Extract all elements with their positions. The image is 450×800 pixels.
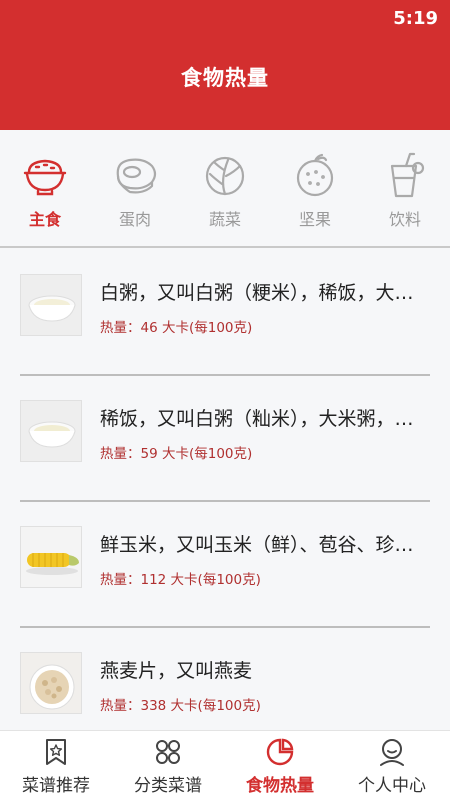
oatmeal-image [20, 652, 82, 714]
drink-icon [390, 152, 425, 198]
food-calorie: 热量：112 大卡(每100克) [100, 572, 261, 588]
category-drink[interactable]: 饮料 [360, 150, 450, 240]
grid-icon [156, 740, 180, 764]
category-staple[interactable]: 主食 [0, 150, 90, 240]
pie-chart-icon [266, 738, 294, 766]
tab-food-calorie[interactable]: 食物热量 [224, 735, 336, 799]
tab-profile[interactable]: 个人中心 [336, 735, 448, 799]
tab-label: 食物热量 [246, 776, 314, 796]
tab-label: 个人中心 [358, 776, 426, 796]
food-name: 白粥，又叫白粥（粳米），稀饭，大米粥 [100, 282, 428, 304]
app-header: 5:19 食物热量 [0, 0, 450, 130]
food-name: 燕麦片，又叫燕麦 [100, 660, 253, 682]
category-nut[interactable]: 坚果 [270, 150, 360, 240]
corn-image [20, 526, 82, 588]
tab-label: 菜谱推荐 [22, 776, 90, 796]
tab-label: 分类菜谱 [134, 776, 202, 796]
category-label: 坚果 [298, 210, 331, 229]
list-item[interactable]: 鲜玉米，又叫玉米（鲜）、苞谷、珍珠米 热量：112 大卡(每100克) [20, 502, 430, 628]
tab-category-recipe[interactable]: 分类菜谱 [112, 735, 224, 799]
food-calorie: 热量：338 大卡(每100克) [100, 698, 261, 714]
food-calorie: 热量：46 大卡(每100克) [100, 320, 253, 336]
category-label: 饮料 [388, 210, 421, 229]
food-name: 鲜玉米，又叫玉米（鲜）、苞谷、珍珠米 [100, 534, 428, 556]
meat-icon [116, 158, 157, 194]
bottom-tab-bar: 菜谱推荐 分类菜谱 食物热量 个人中心 [0, 730, 450, 800]
page-title: 食物热量 [181, 66, 269, 90]
cabbage-icon [205, 156, 245, 196]
bookmark-icon [46, 739, 66, 765]
tab-recipe-recommend[interactable]: 菜谱推荐 [0, 735, 112, 799]
porridge-image [20, 400, 82, 462]
list-item[interactable]: 白粥，又叫白粥（粳米），稀饭，大米粥 热量：46 大卡(每100克) [20, 250, 430, 376]
list-item[interactable]: 燕麦片，又叫燕麦 热量：338 大卡(每100克) [20, 628, 430, 730]
rice-bowl-icon [23, 159, 67, 196]
porridge-image [20, 274, 82, 336]
fruit-icon [296, 153, 334, 197]
list-item[interactable]: 稀饭，又叫白粥（籼米），大米粥，白粥 热量：59 大卡(每100克) [20, 376, 430, 502]
category-label: 蔬菜 [208, 210, 241, 229]
category-vegetable[interactable]: 蔬菜 [180, 150, 270, 240]
food-name: 稀饭，又叫白粥（籼米），大米粥，白粥 [100, 408, 428, 430]
category-bar: 主食 蛋肉 蔬菜 坚果 饮料 [0, 130, 450, 248]
user-icon [380, 739, 404, 766]
food-list: 白粥，又叫白粥（粳米），稀饭，大米粥 热量：46 大卡(每100克) 稀饭，又叫… [0, 250, 450, 730]
category-meat-egg[interactable]: 蛋肉 [90, 150, 180, 240]
status-time: 5:19 [393, 8, 438, 29]
category-label: 主食 [28, 210, 61, 229]
category-label: 蛋肉 [118, 210, 151, 229]
food-calorie: 热量：59 大卡(每100克) [100, 446, 253, 462]
